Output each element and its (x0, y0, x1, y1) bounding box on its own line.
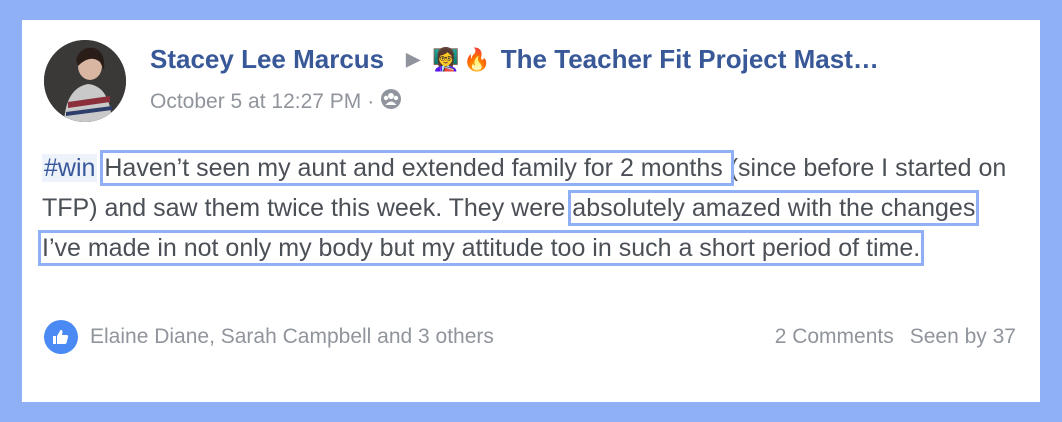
post-meta: October 5 at 12:27 PM · (150, 88, 402, 116)
author-line: Stacey Lee Marcus ▶ 👩‍🏫 🔥 The Teacher Fi… (150, 44, 879, 75)
group-name[interactable]: The Teacher Fit Project Mast… (501, 44, 879, 75)
comments-count[interactable]: 2 Comments (775, 325, 894, 349)
seen-by-count[interactable]: Seen by 37 (910, 325, 1016, 349)
highlighted-text: Haven’t seen my aunt and extended family… (100, 150, 734, 186)
group-icon[interactable] (380, 88, 402, 116)
post-timestamp[interactable]: October 5 at 12:27 PM (150, 90, 361, 114)
hashtag-link[interactable]: #win (42, 154, 98, 182)
post-footer: Elaine Diane, Sarah Campbell and 3 other… (44, 320, 1016, 354)
teacher-emoji: 👩‍🏫 (431, 46, 460, 72)
like-icon[interactable] (44, 320, 78, 354)
play-arrow-icon: ▶ (406, 49, 420, 69)
meta-separator: · (367, 90, 375, 113)
reactions-summary[interactable]: Elaine Diane, Sarah Campbell and 3 other… (90, 325, 494, 349)
fire-emoji: 🔥 (463, 46, 491, 72)
avatar[interactable] (44, 40, 126, 122)
post-card: Stacey Lee Marcus ▶ 👩‍🏫 🔥 The Teacher Fi… (22, 20, 1040, 402)
post-text: #win Haven’t seen my aunt and extended f… (37, 148, 1012, 268)
author-name[interactable]: Stacey Lee Marcus (150, 44, 384, 75)
avatar-image (44, 40, 126, 122)
